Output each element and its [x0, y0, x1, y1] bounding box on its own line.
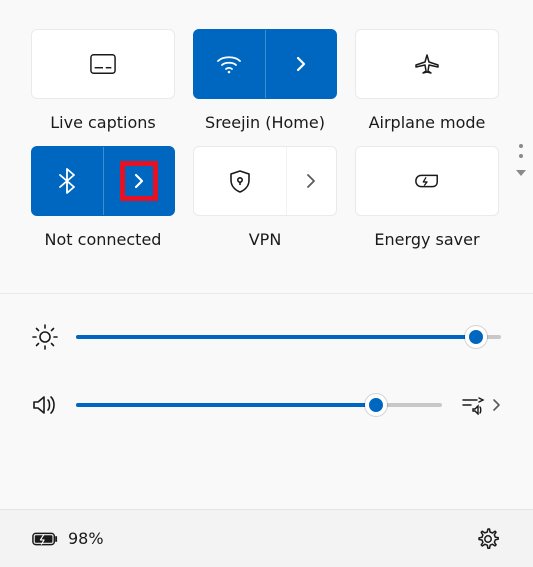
footer-bar: 98% — [0, 509, 533, 567]
bluetooth-expand-button[interactable] — [104, 147, 175, 215]
caret-down-icon — [516, 170, 526, 176]
slider-fill — [76, 335, 476, 339]
tile-label: Energy saver — [374, 230, 479, 249]
brightness-slider[interactable] — [76, 335, 501, 339]
tile-wifi: Sreejin (Home) — [193, 29, 337, 132]
volume-row — [32, 392, 501, 418]
tile-live-captions: Live captions — [31, 29, 175, 132]
slider-thumb[interactable] — [365, 394, 387, 416]
wifi-expand-button[interactable] — [266, 30, 337, 98]
brightness-row — [32, 324, 501, 350]
slider-thumb[interactable] — [465, 326, 487, 348]
wifi-toggle-button[interactable] — [194, 30, 265, 98]
vpn-toggle-button[interactable] — [194, 147, 286, 215]
energy-saver-toggle[interactable] — [355, 146, 499, 216]
battery-status[interactable]: 98% — [32, 526, 104, 552]
airplane-mode-toggle[interactable] — [355, 29, 499, 99]
battery-icon — [32, 526, 58, 552]
vpn-expand-button[interactable] — [287, 147, 336, 215]
settings-button[interactable] — [475, 526, 501, 552]
bluetooth-toggle-button[interactable] — [32, 147, 103, 215]
volume-slider[interactable] — [76, 403, 442, 407]
energy-saver-icon — [414, 168, 440, 194]
brightness-icon — [32, 324, 58, 350]
tile-vpn: VPN — [193, 146, 337, 249]
chevron-right-icon — [126, 168, 152, 194]
chevron-right-icon — [298, 168, 324, 194]
wifi-toggle[interactable] — [193, 29, 337, 99]
tile-energy-saver: Energy saver — [355, 146, 499, 249]
wifi-icon — [216, 51, 242, 77]
bluetooth-toggle[interactable] — [31, 146, 175, 216]
volume-icon — [32, 392, 58, 418]
chevron-right-icon — [288, 51, 314, 77]
tile-label: Not connected — [45, 230, 162, 249]
sliders-section — [0, 293, 533, 418]
chevron-right-icon — [492, 398, 501, 412]
tile-bluetooth: Not connected — [31, 146, 175, 249]
volume-output-button[interactable] — [460, 392, 501, 418]
live-captions-toggle[interactable] — [31, 29, 175, 99]
vpn-icon — [227, 168, 253, 194]
bluetooth-icon — [54, 168, 80, 194]
tile-label: Sreejin (Home) — [205, 113, 325, 132]
captions-icon — [90, 51, 116, 77]
airplane-icon — [414, 51, 440, 77]
tile-label: Airplane mode — [369, 113, 486, 132]
tile-label: Live captions — [50, 113, 156, 132]
tile-airplane: Airplane mode — [355, 29, 499, 132]
battery-percent: 98% — [68, 529, 104, 548]
tiles-grid: Live captions — [0, 0, 533, 249]
quick-settings-panel: Live captions — [0, 0, 533, 567]
edit-panel-button[interactable] — [516, 144, 526, 176]
vpn-toggle[interactable] — [193, 146, 337, 216]
dot-icon — [519, 154, 523, 158]
dot-icon — [519, 144, 523, 148]
audio-output-icon — [460, 392, 486, 418]
gear-icon — [475, 526, 501, 552]
slider-fill — [76, 403, 376, 407]
tile-label: VPN — [249, 230, 282, 249]
